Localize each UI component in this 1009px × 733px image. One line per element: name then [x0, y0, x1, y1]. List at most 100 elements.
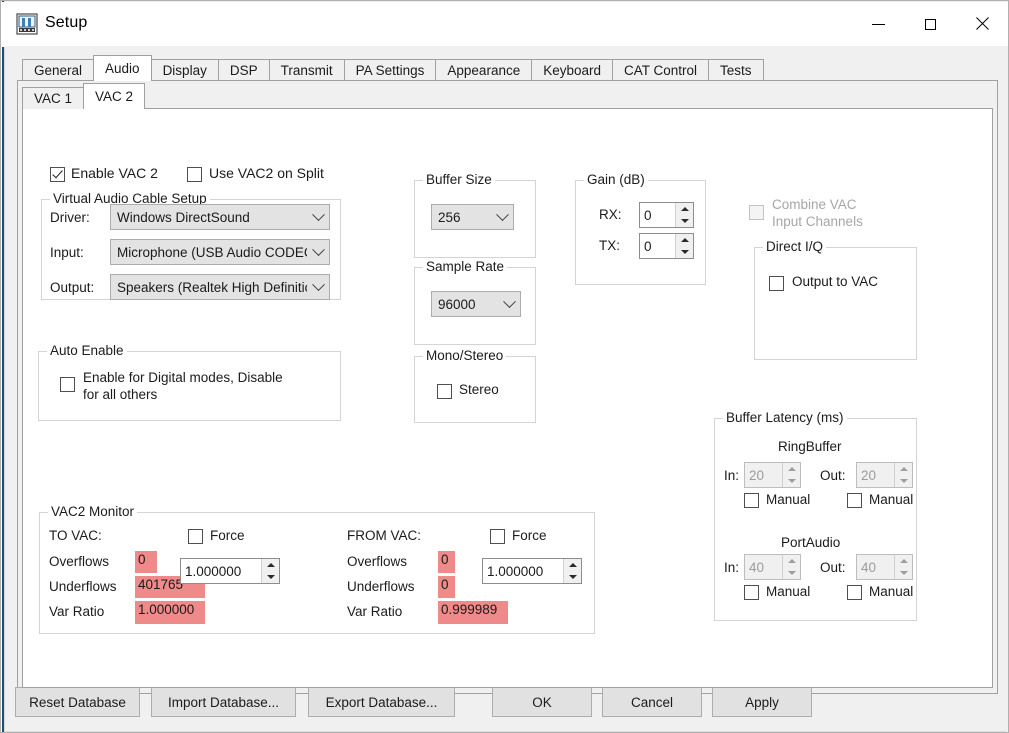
buffer-size-combobox[interactable]: 256: [431, 204, 514, 230]
apply-button[interactable]: Apply: [712, 687, 812, 717]
close-button[interactable]: [956, 2, 1008, 46]
output-combobox[interactable]: Speakers (Realtek High Definition: [110, 274, 330, 300]
spinner-down-button[interactable]: [564, 571, 581, 583]
portaudio-out-manual-checkbox[interactable]: [847, 585, 862, 600]
import-database-button[interactable]: Import Database...: [151, 687, 296, 717]
portaudio-in-manual-checkbox[interactable]: [744, 585, 759, 600]
driver-label: Driver:: [50, 210, 90, 225]
auto-enable-label-line1: Enable for Digital modes, Disable: [83, 370, 283, 385]
tab-tests[interactable]: Tests: [708, 59, 764, 81]
to-vac-overflows-label: Overflows: [49, 554, 110, 569]
tab-label: PA Settings: [355, 63, 425, 78]
export-database-button[interactable]: Export Database...: [308, 687, 455, 717]
caret-up-icon: [899, 559, 908, 563]
spinner-up-button[interactable]: [895, 555, 912, 567]
tab-transmit[interactable]: Transmit: [268, 59, 345, 81]
chevron-down-icon: [491, 207, 513, 222]
spinner-down-button[interactable]: [895, 567, 912, 579]
spinner-up-button[interactable]: [895, 463, 912, 475]
minimize-button[interactable]: [852, 2, 904, 46]
tab-label: VAC 2: [95, 89, 134, 104]
portaudio-in-spinner[interactable]: 40: [744, 554, 801, 580]
tab-appearance[interactable]: Appearance: [435, 59, 533, 81]
to-vac-force-checkbox[interactable]: [188, 529, 203, 544]
tab-display[interactable]: Display: [150, 59, 219, 81]
gain-rx-label: RX:: [599, 207, 622, 222]
tab-cat-control[interactable]: CAT Control: [612, 59, 710, 81]
spinner-down-button[interactable]: [783, 567, 800, 579]
close-icon: [975, 17, 989, 31]
maximize-button[interactable]: [904, 2, 956, 46]
ringbuffer-in-manual-checkbox[interactable]: [744, 493, 759, 508]
spinner-up-button[interactable]: [676, 203, 693, 215]
input-value: Microphone (USB Audio CODEC): [117, 244, 307, 260]
ringbuffer-out-spinner[interactable]: 20: [856, 462, 913, 488]
input-combobox[interactable]: Microphone (USB Audio CODEC): [110, 239, 330, 265]
minimize-icon: [871, 23, 885, 25]
button-label: Cancel: [630, 694, 674, 710]
ringbuffer-in-label: In:: [724, 468, 740, 483]
reset-database-button[interactable]: Reset Database: [15, 687, 140, 717]
from-vac-force-checkbox[interactable]: [490, 529, 505, 544]
input-label: Input:: [50, 245, 84, 260]
tab-pa-settings[interactable]: PA Settings: [343, 59, 437, 81]
chevron-down-icon: [307, 207, 329, 222]
cancel-button[interactable]: Cancel: [602, 687, 702, 717]
from-vac-ratio-spinner[interactable]: 1.000000: [482, 558, 582, 584]
spinner-up-button[interactable]: [262, 559, 279, 571]
ringbuffer-out-manual-checkbox[interactable]: [847, 493, 862, 508]
caret-up-icon: [787, 467, 796, 471]
caret-down-icon: [568, 575, 577, 579]
button-label: Import Database...: [167, 694, 280, 710]
gain-rx-spinner[interactable]: 0: [639, 202, 694, 228]
tab-vac-2[interactable]: VAC 2: [83, 83, 146, 109]
stereo-checkbox[interactable]: [437, 384, 452, 399]
ringbuffer-heading: RingBuffer: [778, 439, 842, 454]
portaudio-heading: PortAudio: [781, 535, 841, 550]
auto-enable-checkbox[interactable]: [60, 377, 75, 392]
tab-label: Appearance: [447, 63, 521, 78]
tab-dsp[interactable]: DSP: [217, 59, 270, 81]
tab-label: CAT Control: [624, 63, 698, 78]
driver-combobox[interactable]: Windows DirectSound: [110, 204, 330, 230]
use-vac2-on-split-label: Use VAC2 on Split: [209, 165, 324, 181]
portaudio-out-label: Out:: [820, 560, 846, 575]
gain-tx-spinner[interactable]: 0: [639, 233, 694, 259]
spinner-down-button[interactable]: [895, 475, 912, 487]
spinner-down-button[interactable]: [676, 215, 693, 227]
tab-audio[interactable]: Audio: [93, 55, 152, 81]
direct-iq-group: Direct I/Q: [754, 239, 917, 360]
spinner-up-button[interactable]: [783, 555, 800, 567]
sample-rate-combobox[interactable]: 96000: [431, 291, 521, 317]
ringbuffer-in-spinner[interactable]: 20: [744, 462, 801, 488]
spinner-down-button[interactable]: [783, 475, 800, 487]
group-title: Buffer Latency (ms): [723, 410, 847, 425]
ok-button[interactable]: OK: [492, 687, 592, 717]
use-vac2-on-split-checkbox[interactable]: [187, 167, 202, 182]
from-vac-var-ratio-value: 0.999989: [438, 601, 508, 624]
to-vac-ratio-spinner[interactable]: 1.000000: [180, 558, 280, 584]
spinner-up-button[interactable]: [564, 559, 581, 571]
caret-down-icon: [266, 575, 275, 579]
combine-vac-input-channels-checkbox[interactable]: [749, 205, 764, 220]
group-title: Auto Enable: [47, 343, 127, 358]
tab-vac-1[interactable]: VAC 1: [22, 87, 85, 109]
tab-general[interactable]: General: [22, 59, 95, 81]
gain-tx-value: 0: [644, 238, 652, 254]
tab-keyboard[interactable]: Keyboard: [531, 59, 614, 81]
from-vac-underflows-label: Underflows: [347, 579, 415, 594]
spinner-buttons: [675, 203, 693, 227]
spinner-down-button[interactable]: [676, 246, 693, 258]
spinner-up-button[interactable]: [676, 234, 693, 246]
spinner-down-button[interactable]: [262, 571, 279, 583]
enable-vac2-checkbox[interactable]: [50, 167, 65, 182]
from-vac-header: FROM VAC:: [347, 528, 421, 543]
spinner-up-button[interactable]: [783, 463, 800, 475]
tab-label: Tests: [720, 63, 752, 78]
group-title: VAC2 Monitor: [48, 504, 138, 519]
portaudio-out-spinner[interactable]: 40: [856, 554, 913, 580]
maximize-icon: [924, 18, 936, 30]
output-to-vac-checkbox[interactable]: [769, 276, 784, 291]
sample-rate-value: 96000: [438, 296, 476, 312]
portaudio-out-manual-label: Manual: [869, 584, 914, 599]
